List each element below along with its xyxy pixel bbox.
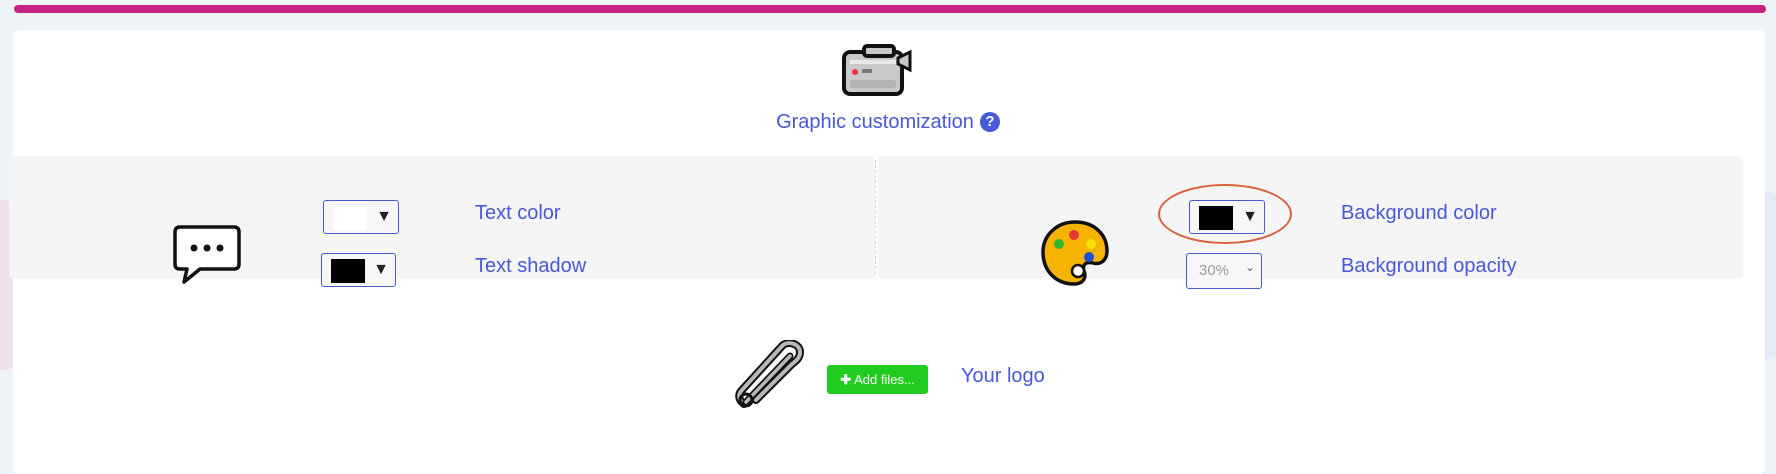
add-files-label: Add files... <box>854 372 915 387</box>
background-color-label: Background color <box>1341 202 1497 224</box>
your-logo-label: Your logo <box>961 365 1045 387</box>
opacity-value: 30% <box>1199 262 1230 279</box>
background-settings-panel <box>878 156 1743 278</box>
highlight-annotation <box>1158 184 1292 244</box>
caret-down-icon: ▼ <box>376 208 392 225</box>
video-camera-icon <box>842 44 912 96</box>
section-title: Graphic customization? <box>0 111 1776 134</box>
plus-icon: ✚ <box>840 372 852 387</box>
caret-down-icon: ▼ <box>373 261 389 278</box>
top-accent-bar <box>14 5 1766 13</box>
text-shadow-picker[interactable]: ▼ <box>321 253 396 287</box>
add-files-button[interactable]: ✚ Add files... <box>827 365 928 394</box>
chevron-down-icon: ⌄ <box>1244 260 1255 274</box>
text-color-picker[interactable]: ▼ <box>323 200 399 234</box>
background-opacity-label: Background opacity <box>1341 255 1517 277</box>
safety-pin-icon <box>735 340 805 408</box>
speech-bubble-icon <box>173 225 241 284</box>
text-shadow-swatch <box>331 259 365 283</box>
text-settings-panel <box>9 156 875 278</box>
text-color-label: Text color <box>475 202 561 224</box>
palette-icon <box>1041 220 1109 286</box>
text-color-swatch <box>333 206 367 230</box>
question-circle-icon[interactable]: ? <box>979 112 1000 132</box>
text-shadow-label: Text shadow <box>475 255 587 277</box>
background-opacity-select[interactable]: 30% ⌄ <box>1186 253 1262 289</box>
panel-divider <box>875 160 876 274</box>
section-title-text: Graphic customization <box>776 111 974 133</box>
